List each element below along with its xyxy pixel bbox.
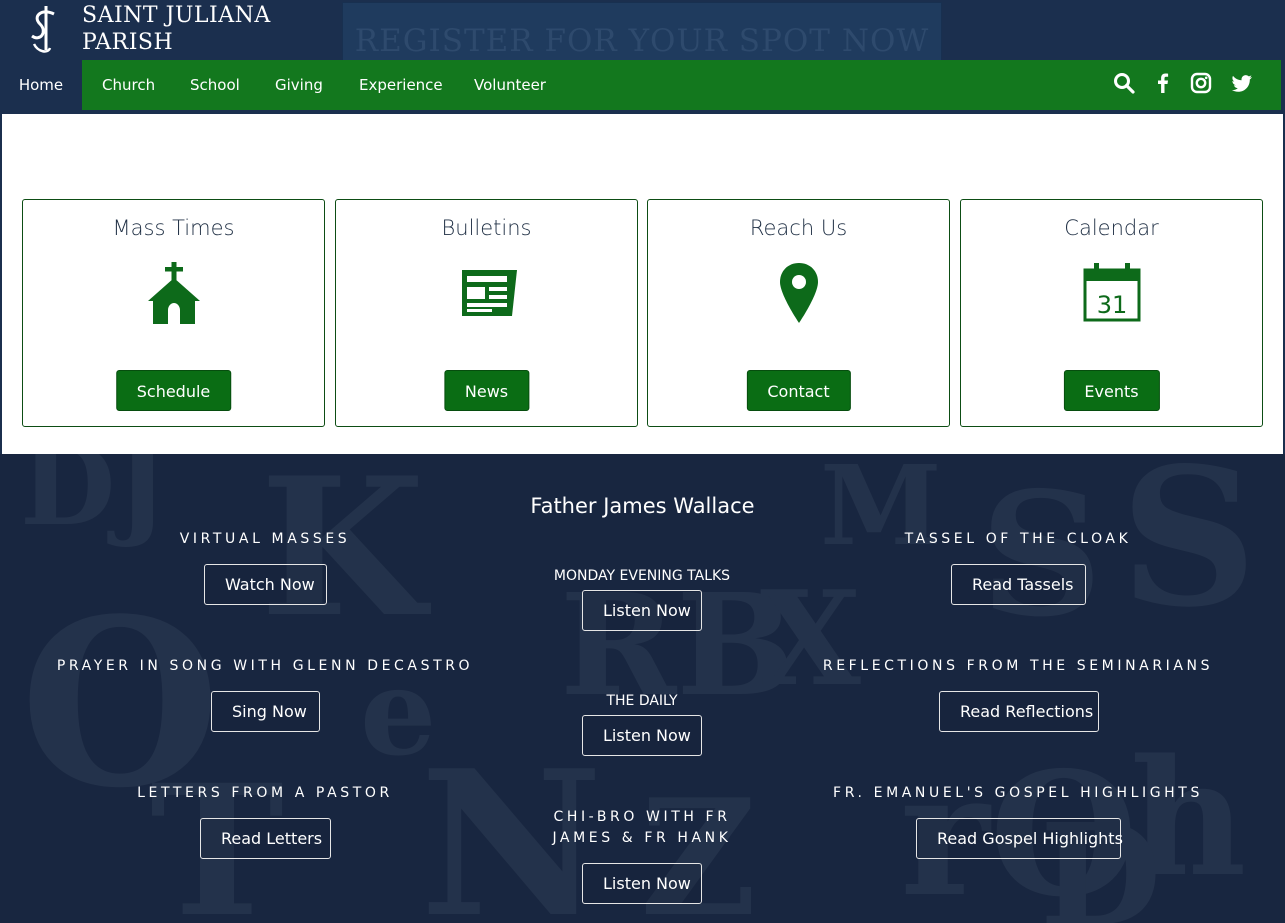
chi-bro-label-line2: JAMES & FR HANK <box>552 830 732 846</box>
nav-item-giving[interactable]: Giving <box>275 60 323 110</box>
read-tassels-button[interactable]: Read Tassels <box>951 564 1086 605</box>
gospel-highlights-label: FR. EMANUEL'S GOSPEL HIGHLIGHTS <box>833 785 1203 801</box>
listen-now-button-the-daily[interactable]: Listen Now <box>582 715 702 756</box>
card-title: Calendar <box>1064 216 1159 240</box>
monday-evening-talks-label: MONDAY EVENING TALKS <box>553 568 731 584</box>
brand-logo[interactable]: SAINT JULIANA PARISH <box>26 2 271 56</box>
card-reach-us: Reach Us Contact <box>647 199 950 427</box>
twitter-icon[interactable] <box>1231 72 1253 94</box>
card-mass-times: Mass Times Schedule <box>22 199 325 427</box>
watch-now-button[interactable]: Watch Now <box>204 564 327 605</box>
church-icon <box>139 258 209 328</box>
card-calendar: Calendar 31 Events <box>960 199 1263 427</box>
letters-from-a-pastor-label: LETTERS FROM A PASTOR <box>137 785 393 801</box>
prayer-in-song-label: PRAYER IN SONG WITH GLENN DECASTRO <box>56 658 474 674</box>
nav-item-home[interactable]: Home <box>0 60 82 112</box>
father-james-section: DJ K O e RB X M S S T N Z rO h D Father … <box>0 454 1285 923</box>
nav-item-volunteer[interactable]: Volunteer <box>474 60 546 110</box>
virtual-masses-label: VIRTUAL MASSES <box>179 531 351 547</box>
newspaper-icon <box>452 258 522 328</box>
calendar-day-number: 31 <box>1096 291 1127 319</box>
card-title: Bulletins <box>441 216 532 240</box>
chi-bro-label-line1: CHI-BRO WITH FR <box>553 809 731 825</box>
sing-now-button[interactable]: Sing Now <box>211 691 320 732</box>
brand-name-line2: PARISH <box>82 30 174 55</box>
contact-button[interactable]: Contact <box>746 370 851 411</box>
nav-item-experience[interactable]: Experience <box>359 60 443 110</box>
tassel-of-the-cloak-label: TASSEL OF THE CLOAK <box>904 531 1132 547</box>
map-pin-icon <box>764 258 834 328</box>
nav-bar-background <box>82 60 1281 110</box>
events-button[interactable]: Events <box>1063 370 1160 411</box>
brand-name-line1: SAINT JULIANA <box>82 3 271 28</box>
read-reflections-button[interactable]: Read Reflections <box>939 691 1099 732</box>
instagram-icon[interactable] <box>1190 72 1212 94</box>
news-button[interactable]: News <box>443 370 530 411</box>
schedule-button[interactable]: Schedule <box>115 370 232 411</box>
nav-item-church[interactable]: Church <box>102 60 155 110</box>
calendar-icon: 31 <box>1077 258 1147 328</box>
card-title: Reach Us <box>749 216 848 240</box>
facebook-icon[interactable] <box>1152 72 1174 94</box>
listen-now-button-monday-talks[interactable]: Listen Now <box>582 590 702 631</box>
read-gospel-highlights-button[interactable]: Read Gospel Highlights <box>916 818 1123 859</box>
read-letters-button[interactable]: Read Letters <box>200 818 331 859</box>
reflections-from-the-seminarians-label: REFLECTIONS FROM THE SEMINARIANS <box>822 658 1214 674</box>
nav-item-school[interactable]: School <box>190 60 240 110</box>
main-nav: Home Church School Giving Experience Vol… <box>0 60 1285 112</box>
listen-now-button-chi-bro[interactable]: Listen Now <box>582 863 702 904</box>
card-title: Mass Times <box>112 216 235 240</box>
parish-logo-icon <box>31 6 55 53</box>
section-title: Father James Wallace <box>530 494 755 518</box>
register-banner-text: REGISTER FOR YOUR SPOT NOW <box>354 23 930 59</box>
card-bulletins: Bulletins News <box>335 199 638 427</box>
the-daily-label: THE DAILY <box>606 693 678 709</box>
search-icon[interactable] <box>1113 72 1135 94</box>
